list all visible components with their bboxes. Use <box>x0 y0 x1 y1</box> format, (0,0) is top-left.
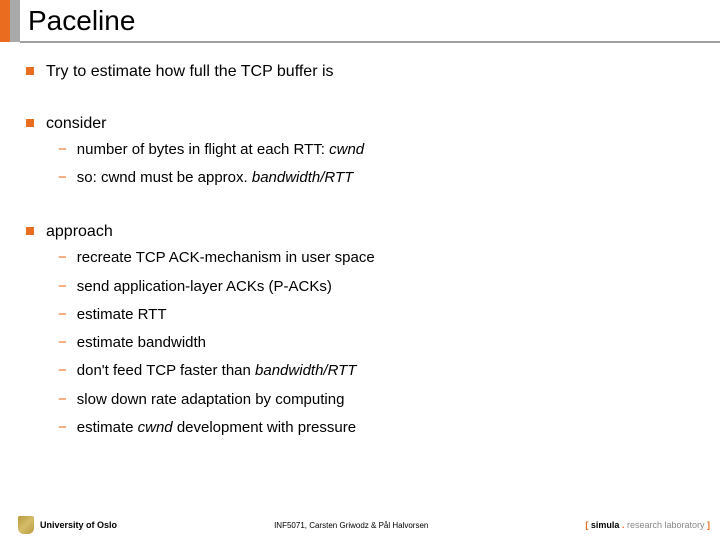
title-accent-orange <box>0 0 10 42</box>
sub-item: − don't feed TCP faster than bandwidth/R… <box>58 361 700 381</box>
sub-list: − number of bytes in flight at each RTT:… <box>58 140 700 189</box>
slide-content: Try to estimate how full the TCP buffer … <box>0 43 720 438</box>
dash-bullet-icon: − <box>58 248 67 268</box>
bullet-text: Try to estimate how full the TCP buffer … <box>46 61 334 83</box>
sub-text-italic: cwnd <box>329 141 364 158</box>
sub-text: so: cwnd must be approx. bandwidth/RTT <box>77 168 354 188</box>
dash-bullet-icon: − <box>58 361 67 381</box>
slide-title: Paceline <box>20 0 135 42</box>
square-bullet-icon <box>26 67 34 75</box>
sub-text-part: number of bytes in flight at each RTT: <box>77 141 329 158</box>
dash-bullet-icon: − <box>58 390 67 410</box>
dash-bullet-icon: − <box>58 140 67 160</box>
sub-text: recreate TCP ACK-mechanism in user space <box>77 248 375 268</box>
university-crest-icon <box>18 516 34 534</box>
sub-item: − estimate cwnd development with pressur… <box>58 418 700 438</box>
bullet-item: approach <box>26 221 700 243</box>
lab-dot: . <box>619 520 627 530</box>
sub-text: slow down rate adaptation by computing <box>77 390 345 410</box>
footer-left: University of Oslo <box>18 516 117 534</box>
sub-item: − estimate bandwidth <box>58 333 700 353</box>
lab-brand: simula <box>591 520 620 530</box>
sub-text: estimate bandwidth <box>77 333 206 353</box>
title-accent-gray <box>10 0 20 42</box>
dash-bullet-icon: − <box>58 418 67 438</box>
bullet-item: consider <box>26 113 700 135</box>
bullet-text: consider <box>46 113 106 135</box>
sub-item: − estimate RTT <box>58 305 700 325</box>
square-bullet-icon <box>26 227 34 235</box>
dash-bullet-icon: − <box>58 168 67 188</box>
lab-rest: research laboratory <box>627 520 705 530</box>
bullet-text: approach <box>46 221 113 243</box>
sub-text-part: so: cwnd must be approx. <box>77 169 252 186</box>
bullet-item: Try to estimate how full the TCP buffer … <box>26 61 700 83</box>
sub-text: number of bytes in flight at each RTT: c… <box>77 140 364 160</box>
sub-text: send application-layer ACKs (P-ACKs) <box>77 277 332 297</box>
sub-list: − recreate TCP ACK-mechanism in user spa… <box>58 248 700 438</box>
sub-text-italic: cwnd <box>138 419 173 436</box>
dash-bullet-icon: − <box>58 333 67 353</box>
sub-item: − so: cwnd must be approx. bandwidth/RTT <box>58 168 700 188</box>
sub-text-part: development with pressure <box>173 419 356 436</box>
university-name: University of Oslo <box>40 520 117 530</box>
sub-item: − recreate TCP ACK-mechanism in user spa… <box>58 248 700 268</box>
dash-bullet-icon: − <box>58 277 67 297</box>
sub-item: − send application-layer ACKs (P-ACKs) <box>58 277 700 297</box>
footer-center: INF5071, Carsten Griwodz & Pål Halvorsen <box>117 521 585 530</box>
sub-text: don't feed TCP faster than bandwidth/RTT <box>77 361 357 381</box>
lab-bracket-close: ] <box>705 520 711 530</box>
sub-text-italic: bandwidth/RTT <box>255 362 356 379</box>
dash-bullet-icon: − <box>58 305 67 325</box>
sub-text-italic: bandwidth/RTT <box>252 169 353 186</box>
sub-text: estimate RTT <box>77 305 167 325</box>
sub-text-part: estimate <box>77 419 138 436</box>
title-bar: Paceline <box>0 0 720 42</box>
sub-item: − number of bytes in flight at each RTT:… <box>58 140 700 160</box>
sub-text-part: don't feed TCP faster than <box>77 362 255 379</box>
footer: University of Oslo INF5071, Carsten Griw… <box>0 516 720 534</box>
sub-item: − slow down rate adaptation by computing <box>58 390 700 410</box>
footer-right: [ simula . research laboratory ] <box>585 520 710 530</box>
square-bullet-icon <box>26 119 34 127</box>
sub-text: estimate cwnd development with pressure <box>77 418 356 438</box>
